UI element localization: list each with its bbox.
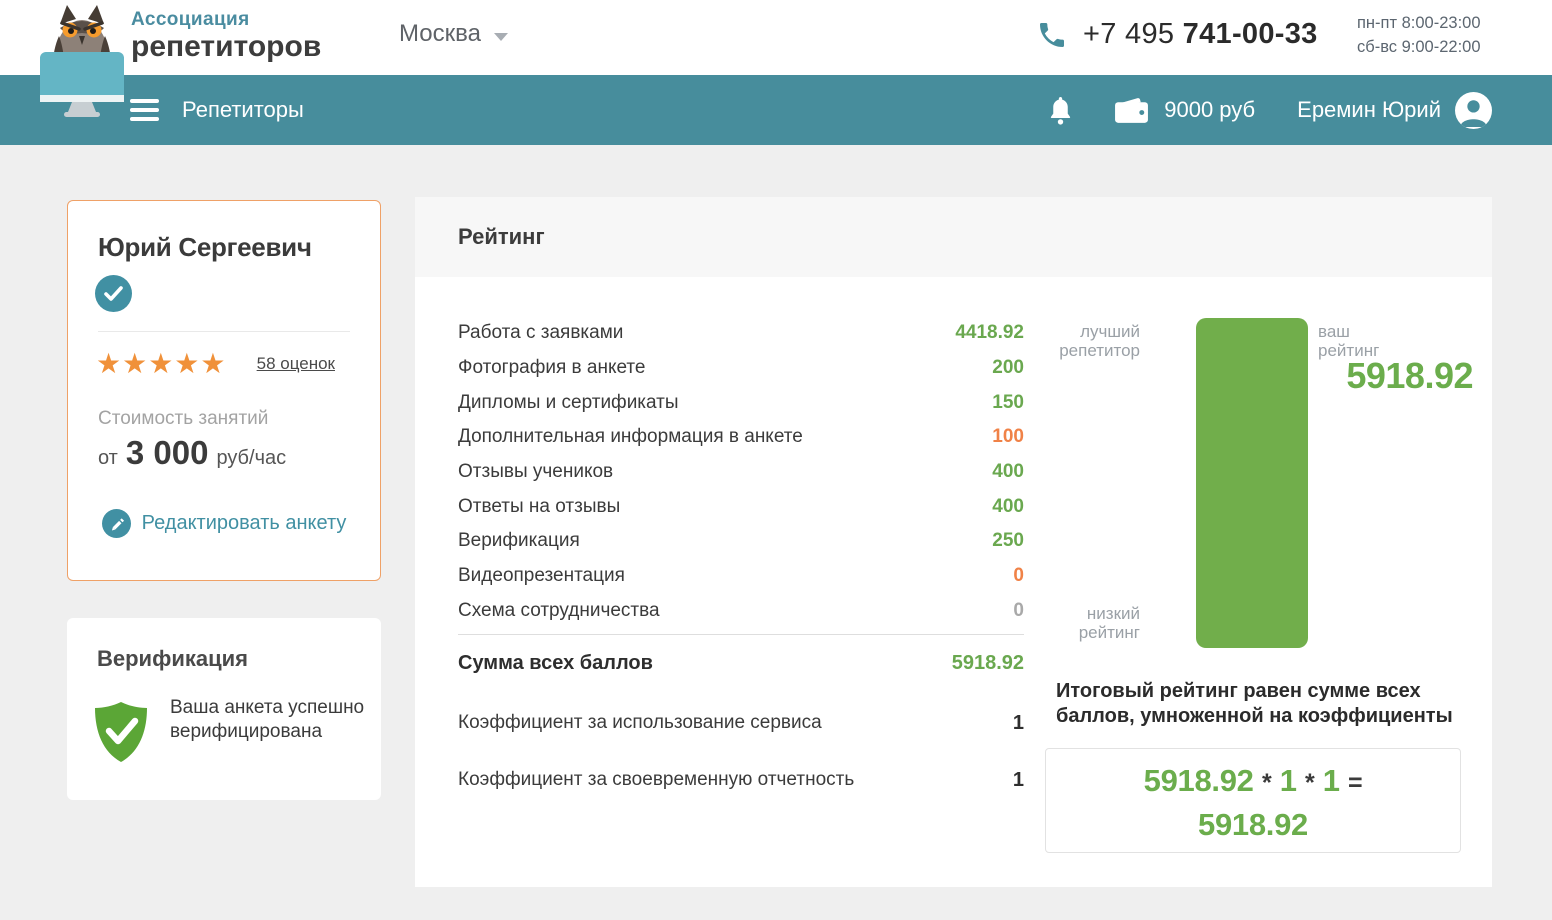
rating-row-value: 250 <box>992 530 1024 552</box>
rating-row: Отзывы учеников 400 <box>458 455 1024 490</box>
chevron-down-icon <box>494 33 508 41</box>
phone-block[interactable]: +7 495 741-00-33 <box>1036 18 1318 51</box>
price-from: от <box>98 447 118 470</box>
edit-profile-label: Редактировать анкету <box>142 512 347 535</box>
logo-text[interactable]: Ассоциация репетиторов <box>131 9 321 62</box>
ratings-count-link[interactable]: 58 оценок <box>257 354 335 374</box>
best-tutor-label: лучший репетитор <box>1056 322 1140 360</box>
wallet-icon <box>1113 96 1150 125</box>
avatar-icon <box>1455 92 1492 129</box>
phone-icon <box>1036 19 1068 51</box>
rating-row-label: Отзывы учеников <box>458 461 613 483</box>
rating-row: Дипломы и сертификаты 150 <box>458 385 1024 420</box>
wallet-button[interactable] <box>1113 96 1150 125</box>
rating-row-value: 400 <box>992 496 1024 518</box>
logo-owl-icon[interactable] <box>36 2 128 120</box>
rating-row-value: 400 <box>992 461 1024 483</box>
coefficient-row: Коэффициент за своевременную отчетность … <box>458 762 1024 798</box>
main-navbar: Репетиторы 9000 руб Еремин Юрий <box>0 75 1552 145</box>
rating-row-label: Ответы на отзывы <box>458 496 620 518</box>
rating-row: Работа с заявками 4418.92 <box>458 316 1024 351</box>
verification-text: Ваша анкета успешно верифицирована <box>170 696 365 744</box>
low-rating-label: низкий рейтинг <box>1056 604 1140 642</box>
price-value: 3 000 <box>126 434 209 472</box>
rating-row-value: 4418.92 <box>955 322 1024 344</box>
profile-name: Юрий Сергеевич <box>98 232 312 263</box>
rating-row-value: 200 <box>992 357 1024 379</box>
logo-line2: репетиторов <box>131 31 321 62</box>
rating-score-table: Работа с заявками 4418.92 Фотография в анк… <box>458 316 1024 628</box>
coefficient-label: Коэффициент за своевременную отчетность <box>458 769 854 791</box>
city-label: Москва <box>399 20 481 48</box>
rating-row-value: 0 <box>1013 600 1024 622</box>
phone-number: +7 495 741-00-33 <box>1083 18 1318 51</box>
menu-hamburger-icon[interactable] <box>130 99 159 121</box>
rating-row-label: Видеопрезентация <box>458 565 625 587</box>
rating-row: Верификация 250 <box>458 524 1024 559</box>
divider <box>458 634 1024 635</box>
rating-bar <box>1196 318 1308 648</box>
shield-check-icon <box>93 700 149 764</box>
profile-card: Юрий Сергеевич ★★★★★ 58 оценок Стоимость… <box>67 200 381 581</box>
verification-title: Верификация <box>97 646 248 672</box>
your-rating-value: 5918.92 <box>1346 355 1473 397</box>
rating-row: Схема сотрудничества 0 <box>458 594 1024 629</box>
price-line: от 3 000 руб/час <box>98 434 286 472</box>
coefficient-row: Коэффициент за использование сервиса 1 <box>458 705 1024 741</box>
edit-profile-link[interactable]: Редактировать анкету <box>68 509 380 538</box>
rating-row-label: Работа с заявками <box>458 322 623 344</box>
total-value: 5918.92 <box>952 652 1024 675</box>
rating-row-value: 0 <box>1013 565 1024 587</box>
rating-row: Видеопрезентация 0 <box>458 559 1024 594</box>
user-name[interactable]: Еремин Юрий <box>1297 97 1441 123</box>
logo-line1: Ассоциация <box>131 9 321 31</box>
rating-formula-box: 5918.92 * 1 * 1 = 5918.92 <box>1045 748 1461 853</box>
bell-icon <box>1048 96 1073 125</box>
price-unit: руб/час <box>216 447 286 470</box>
formula-line-2: 5918.92 <box>1046 804 1460 845</box>
nav-item-tutors[interactable]: Репетиторы <box>182 97 304 123</box>
profile-menu-button[interactable] <box>1455 92 1492 129</box>
formula-line-1: 5918.92 * 1 * 1 = <box>1046 760 1460 804</box>
rating-row-label: Фотография в анкете <box>458 357 645 379</box>
rating-row: Ответы на отзывы 400 <box>458 489 1024 524</box>
hours-weekend: сб-вс 9:00-22:00 <box>1357 35 1481 59</box>
coefficient-label: Коэффициент за использование сервиса <box>458 712 822 734</box>
rating-card: Рейтинг Работа с заявками 4418.92 Фотограф… <box>415 197 1492 887</box>
rating-row-label: Дипломы и сертификаты <box>458 392 679 414</box>
rating-formula-caption: Итоговый рейтинг равен сумме всех баллов… <box>1056 679 1464 729</box>
rating-row-value: 100 <box>992 426 1024 448</box>
balance-amount[interactable]: 9000 руб <box>1164 97 1255 123</box>
working-hours: пн-пт 8:00-23:00 сб-вс 9:00-22:00 <box>1357 11 1481 59</box>
notifications-button[interactable] <box>1048 96 1073 125</box>
rating-row-label: Схема сотрудничества <box>458 600 660 622</box>
coefficient-value: 1 <box>1013 712 1024 735</box>
rating-row-label: Верификация <box>458 530 580 552</box>
verified-check-icon <box>95 275 132 312</box>
rating-row-value: 150 <box>992 392 1024 414</box>
hours-weekdays: пн-пт 8:00-23:00 <box>1357 11 1481 35</box>
pencil-icon <box>102 509 131 538</box>
total-label: Сумма всех баллов <box>458 652 653 675</box>
rating-title: Рейтинг <box>415 197 1492 277</box>
coefficient-value: 1 <box>1013 769 1024 792</box>
rating-row: Дополнительная информация в анкете 100 <box>458 420 1024 455</box>
rating-bar-labels: лучший репетитор низкий рейтинг <box>1056 318 1168 648</box>
verification-card: Верификация Ваша анкета успешно верифици… <box>67 618 381 800</box>
total-row: Сумма всех баллов 5918.92 <box>458 645 1024 681</box>
rating-row: Фотография в анкете 200 <box>458 351 1024 386</box>
divider <box>98 331 350 332</box>
rating-row-label: Дополнительная информация в анкете <box>458 426 803 448</box>
price-label: Стоимость занятий <box>98 408 268 430</box>
city-selector[interactable]: Москва <box>399 20 508 48</box>
star-rating: ★★★★★ <box>96 349 227 379</box>
